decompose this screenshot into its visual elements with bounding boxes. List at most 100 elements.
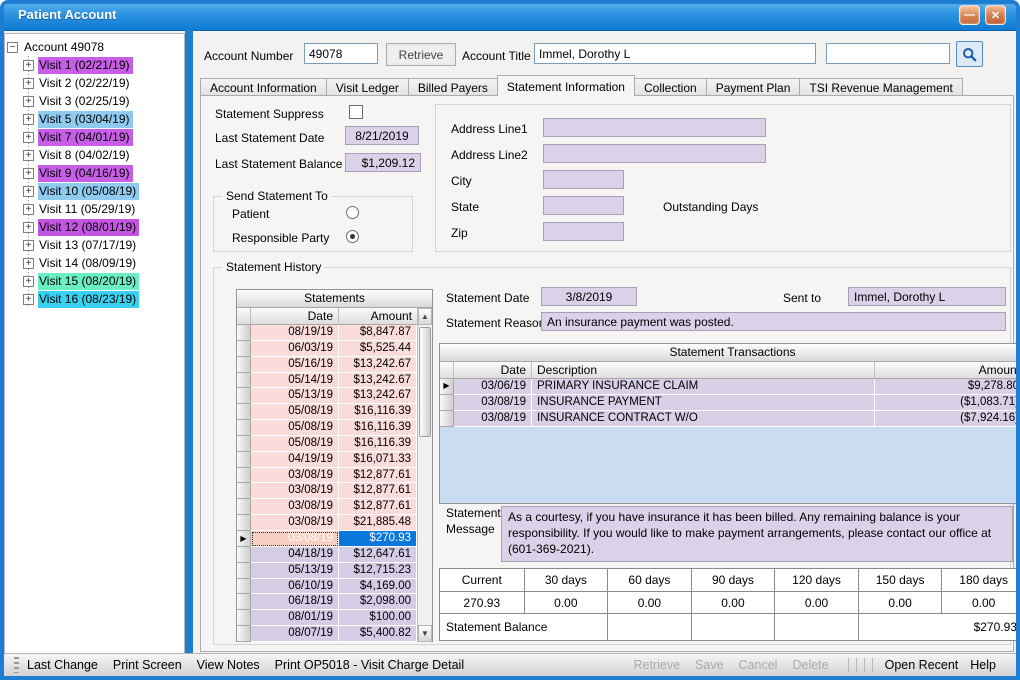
transaction-date-cell: 03/08/19 — [454, 411, 532, 427]
expand-icon[interactable]: + — [23, 150, 34, 161]
expand-icon[interactable]: + — [23, 294, 34, 305]
scroll-down-icon[interactable]: ▼ — [418, 625, 432, 642]
row-marker-icon: ▶ — [440, 379, 454, 395]
account-title-input[interactable] — [534, 43, 816, 64]
send-statement-to-group: Send Statement To Patient Responsible Pa… — [213, 196, 413, 252]
statement-row[interactable]: 05/13/19 $13,242.67 — [237, 388, 417, 404]
expand-icon[interactable]: + — [23, 60, 34, 71]
scrollbar-thumb[interactable] — [419, 327, 431, 437]
tab[interactable]: Visit Ledger — [326, 78, 409, 96]
tree-item-visit[interactable]: + Visit 16 (08/23/19) — [23, 290, 182, 308]
tree-item-visit[interactable]: + Visit 13 (07/17/19) — [23, 236, 182, 254]
statement-row[interactable]: 06/10/19 $4,169.00 — [237, 579, 417, 595]
tree-root-account[interactable]: − Account 49078 — [7, 38, 182, 56]
expand-icon[interactable]: + — [23, 222, 34, 233]
row-marker-icon — [440, 411, 454, 427]
statement-suppress-checkbox[interactable] — [349, 105, 363, 119]
send-statement-to-label: Send Statement To — [222, 189, 332, 203]
statusbar-command[interactable]: Last Change — [27, 658, 98, 672]
aging-value-cell: 0.00 — [524, 591, 608, 613]
aging-value-cell: 0.00 — [858, 591, 942, 613]
tree-item-visit[interactable]: + Visit 9 (04/16/19) — [23, 164, 182, 182]
tree-item-visit[interactable]: + Visit 1 (02/21/19) — [23, 56, 182, 74]
tab[interactable]: TSI Revenue Management — [799, 78, 962, 96]
tree-item-visit[interactable]: + Visit 5 (03/04/19) — [23, 110, 182, 128]
tree-item-visit[interactable]: + Visit 10 (05/08/19) — [23, 182, 182, 200]
statement-row[interactable]: 04/19/19 $16,071.33 — [237, 452, 417, 468]
statement-row[interactable]: 06/03/19 $5,525.44 — [237, 341, 417, 357]
statusbar-command[interactable]: Open Recent — [885, 658, 959, 672]
minimize-icon[interactable]: — — [959, 5, 980, 25]
retrieve-button[interactable]: Retrieve — [386, 43, 456, 66]
statement-row[interactable]: 05/08/19 $16,116.39 — [237, 420, 417, 436]
last-statement-date-field: 8/21/2019 — [345, 126, 419, 145]
statement-row[interactable]: 03/08/19 $12,877.61 — [237, 483, 417, 499]
statement-amount-cell: $12,715.23 — [339, 563, 417, 579]
tab[interactable]: Collection — [634, 78, 707, 96]
statement-row[interactable]: 08/19/19 $8,847.87 — [237, 325, 417, 341]
address-line1-field — [543, 118, 766, 137]
transaction-row[interactable]: 03/08/19 INSURANCE CONTRACT W/O ($7,924.… — [440, 411, 1020, 427]
statement-date-cell: 03/08/19 — [251, 483, 339, 499]
expand-icon[interactable]: + — [23, 276, 34, 287]
tree-item-visit[interactable]: + Visit 15 (08/20/19) — [23, 272, 182, 290]
expand-icon[interactable]: + — [23, 168, 34, 179]
statement-amount-cell: $12,877.61 — [339, 468, 417, 484]
search-button[interactable] — [956, 41, 983, 67]
expand-icon[interactable]: + — [23, 96, 34, 107]
statements-scrollbar[interactable]: ▲ ▼ — [417, 308, 432, 642]
expand-icon[interactable]: + — [23, 204, 34, 215]
responsible-party-radio[interactable] — [346, 230, 359, 243]
statement-row[interactable]: 08/07/19 $5,400.82 — [237, 626, 417, 642]
expand-icon[interactable]: + — [23, 186, 34, 197]
statement-row[interactable]: 03/08/19 $12,877.61 — [237, 468, 417, 484]
search-input[interactable] — [826, 43, 950, 64]
scroll-up-icon[interactable]: ▲ — [418, 308, 432, 325]
statusbar-command[interactable]: Help — [970, 658, 996, 672]
tree-item-visit[interactable]: + Visit 2 (02/22/19) — [23, 74, 182, 92]
statement-row[interactable]: 05/08/19 $16,116.39 — [237, 404, 417, 420]
tree-item-label: Visit 10 (05/08/19) — [38, 183, 139, 200]
statement-row[interactable]: 03/08/19 $12,877.61 — [237, 499, 417, 515]
expand-icon[interactable]: + — [23, 132, 34, 143]
tab[interactable]: Account Information — [200, 78, 327, 96]
collapse-icon[interactable]: − — [7, 42, 18, 53]
account-number-input[interactable] — [304, 43, 378, 64]
statement-date-cell: 08/01/19 — [251, 610, 339, 626]
expand-icon[interactable]: + — [23, 258, 34, 269]
close-icon[interactable]: ✕ — [985, 5, 1006, 25]
statement-row[interactable]: 03/08/19 $21,885.48 — [237, 515, 417, 531]
statement-row[interactable]: 08/01/19 $100.00 — [237, 610, 417, 626]
tree-splitter[interactable] — [185, 30, 193, 655]
tree-item-visit[interactable]: + Visit 7 (04/01/19) — [23, 128, 182, 146]
patient-radio[interactable] — [346, 206, 359, 219]
tab[interactable]: Payment Plan — [706, 78, 801, 96]
tab-strip: Account Information Visit Ledger Billed … — [200, 76, 962, 96]
tab[interactable]: Billed Payers — [408, 78, 498, 96]
statusbar-command[interactable]: Print OP5018 - Visit Charge Detail — [275, 658, 464, 672]
tree-item-visit[interactable]: + Visit 3 (02/25/19) — [23, 92, 182, 110]
statement-row[interactable]: ▶ 03/08/19 $270.93 — [237, 531, 417, 547]
transaction-row[interactable]: 03/08/19 INSURANCE PAYMENT ($1,083.71) — [440, 395, 1020, 411]
statement-row[interactable]: 05/13/19 $12,715.23 — [237, 563, 417, 579]
tree-item-visit[interactable]: + Visit 12 (08/01/19) — [23, 218, 182, 236]
tree-item-visit[interactable]: + Visit 14 (08/09/19) — [23, 254, 182, 272]
tree-item-visit[interactable]: + Visit 8 (04/02/19) — [23, 146, 182, 164]
statement-date-cell: 03/08/19 — [251, 499, 339, 515]
statement-row[interactable]: 05/08/19 $16,116.39 — [237, 436, 417, 452]
statement-row[interactable]: 05/16/19 $13,242.67 — [237, 357, 417, 373]
tree-item-visit[interactable]: + Visit 11 (05/29/19) — [23, 200, 182, 218]
expand-icon[interactable]: + — [23, 78, 34, 89]
statusbar-command[interactable]: View Notes — [197, 658, 260, 672]
empty-cell — [774, 613, 858, 640]
expand-icon[interactable]: + — [23, 240, 34, 251]
statusbar-command[interactable]: Print Screen — [113, 658, 182, 672]
expand-icon[interactable]: + — [23, 114, 34, 125]
statement-row[interactable]: 05/14/19 $13,242.67 — [237, 373, 417, 389]
transaction-row[interactable]: ▶ 03/06/19 PRIMARY INSURANCE CLAIM $9,27… — [440, 379, 1020, 395]
statement-row[interactable]: 04/18/19 $12,647.61 — [237, 547, 417, 563]
tree-item-label: Visit 14 (08/09/19) — [38, 255, 139, 272]
statement-row[interactable]: 06/18/19 $2,098.00 — [237, 594, 417, 610]
tab[interactable]: Statement Information — [497, 75, 635, 96]
sent-to-field: Immel, Dorothy L — [848, 287, 1006, 306]
